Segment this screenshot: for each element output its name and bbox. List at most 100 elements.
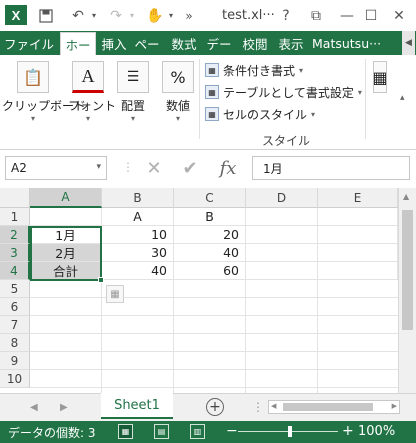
redo-dropdown-icon[interactable]: ▾	[126, 0, 138, 31]
cell-a1[interactable]	[30, 208, 102, 226]
row-header-5[interactable]: 5	[0, 280, 30, 298]
undo-dropdown-icon[interactable]: ▾	[88, 0, 100, 31]
row-header-1[interactable]: 1	[0, 208, 30, 226]
tab-data[interactable]: デー	[203, 31, 235, 55]
empty-row[interactable]	[30, 280, 398, 298]
cell-a4[interactable]: 合計	[30, 262, 102, 280]
save-icon[interactable]	[36, 0, 56, 31]
sheet-tab-sheet1[interactable]: Sheet1	[101, 393, 173, 419]
minimize-button[interactable]: —	[336, 0, 358, 31]
conditional-formatting-button[interactable]: ▦ 条件付き書式 ▾	[205, 60, 303, 80]
tab-page-layout[interactable]: ペー	[131, 31, 163, 55]
row-header-10[interactable]: 10	[0, 370, 30, 388]
redo-icon[interactable]: ↷	[106, 0, 126, 31]
insert-function-button[interactable]: fx	[212, 156, 244, 180]
cell-a2[interactable]: 1月	[30, 226, 102, 244]
add-sheet-icon[interactable]: +	[206, 398, 224, 416]
cell-c3[interactable]: 40	[174, 244, 246, 262]
formula-input[interactable]: 1月	[252, 156, 410, 180]
zoom-level[interactable]: 100%	[358, 424, 395, 439]
horizontal-scrollbar[interactable]: ◀ ▶	[268, 400, 400, 414]
empty-row[interactable]	[30, 316, 398, 334]
worksheet-grid[interactable]: A B C D E 1 2 3 4 5 6 7 8 9 10 A B 1月 10…	[0, 188, 416, 393]
cell-d3[interactable]	[246, 244, 318, 262]
cell-c1[interactable]: B	[174, 208, 246, 226]
tab-review[interactable]: 校閲	[238, 31, 272, 55]
column-header-b[interactable]: B	[102, 188, 174, 208]
column-header-a[interactable]: A	[30, 188, 102, 208]
collapse-ribbon-icon[interactable]: ▴	[400, 93, 405, 103]
close-button[interactable]: ✕	[388, 0, 410, 31]
number-group[interactable]: % 数値 ▾	[160, 61, 196, 123]
column-header-d[interactable]: D	[246, 188, 318, 208]
tab-formulas[interactable]: 数式	[166, 31, 202, 55]
cell-b4[interactable]: 40	[102, 262, 174, 280]
name-box-dropdown-icon[interactable]: ▾	[96, 162, 101, 172]
sheet-next-icon[interactable]: ▶	[60, 402, 68, 413]
row-header-9[interactable]: 9	[0, 352, 30, 370]
cell-e1[interactable]	[318, 208, 398, 226]
scroll-right-icon[interactable]: ▶	[392, 402, 397, 410]
cell-d1[interactable]	[246, 208, 318, 226]
clipboard-group[interactable]: 📋 クリップボード ▾	[2, 61, 86, 123]
enter-formula-button[interactable]: ✔	[174, 156, 206, 180]
font-group[interactable]: A フォント ▾	[68, 61, 116, 123]
column-header-c[interactable]: C	[174, 188, 246, 208]
touch-dropdown-icon[interactable]: ▾	[165, 0, 177, 31]
cell-a3[interactable]: 2月	[30, 244, 102, 262]
empty-row[interactable]	[30, 334, 398, 352]
scroll-up-icon[interactable]: ▲	[403, 192, 409, 201]
cells-group-partial[interactable]: ▦	[370, 61, 390, 97]
zoom-out-icon[interactable]: −	[226, 423, 238, 439]
tab-split-icon[interactable]: ⋮	[252, 400, 264, 414]
help-button[interactable]: ?	[276, 0, 296, 31]
select-all-corner[interactable]	[0, 188, 30, 208]
row-header-2[interactable]: 2	[0, 226, 30, 244]
cell-d4[interactable]	[246, 262, 318, 280]
cell-c2[interactable]: 20	[174, 226, 246, 244]
cell-b2[interactable]: 10	[102, 226, 174, 244]
undo-icon[interactable]: ↶	[68, 0, 88, 31]
page-break-view-icon[interactable]: ▥	[190, 424, 205, 439]
tab-scroll-right-icon[interactable]: ◀	[402, 31, 415, 55]
zoom-slider-thumb[interactable]	[288, 426, 292, 437]
tab-view[interactable]: 表示	[274, 31, 308, 55]
horizontal-scroll-thumb[interactable]	[283, 403, 373, 411]
page-layout-view-icon[interactable]: ▤	[154, 424, 169, 439]
cell-d2[interactable]	[246, 226, 318, 244]
tab-account[interactable]: Matsutsu···	[312, 31, 396, 55]
cell-b3[interactable]: 30	[102, 244, 174, 262]
alignment-group[interactable]: ☰ 配置 ▾	[115, 61, 151, 123]
zoom-in-icon[interactable]: +	[342, 423, 354, 439]
tab-insert[interactable]: 挿入	[98, 31, 130, 55]
empty-row[interactable]	[30, 298, 398, 316]
cancel-formula-button[interactable]: ✕	[138, 156, 170, 180]
vertical-scroll-thumb[interactable]	[402, 210, 413, 330]
scroll-left-icon[interactable]: ◀	[271, 402, 276, 410]
name-box[interactable]: A2 ▾	[5, 156, 107, 180]
fill-handle[interactable]	[98, 277, 104, 283]
tab-home[interactable]: ホー	[60, 32, 96, 55]
normal-view-icon[interactable]: ▦	[118, 424, 133, 439]
format-as-table-button[interactable]: ▦ テーブルとして書式設定 ▾	[205, 82, 362, 102]
tab-file[interactable]: ファイル	[0, 31, 58, 55]
empty-row[interactable]	[30, 352, 398, 370]
cell-e4[interactable]	[318, 262, 398, 280]
cell-b1[interactable]: A	[102, 208, 174, 226]
cell-e2[interactable]	[318, 226, 398, 244]
vertical-scrollbar[interactable]: ▲	[398, 188, 416, 393]
cell-e3[interactable]	[318, 244, 398, 262]
quick-analysis-icon[interactable]: ▦	[106, 285, 124, 303]
cell-c4[interactable]: 60	[174, 262, 246, 280]
column-header-e[interactable]: E	[318, 188, 398, 208]
sheet-prev-icon[interactable]: ◀	[30, 402, 38, 413]
row-header-4[interactable]: 4	[0, 262, 30, 280]
maximize-button[interactable]: ☐	[360, 0, 382, 31]
row-header-8[interactable]: 8	[0, 334, 30, 352]
ribbon-display-icon[interactable]: ⧉	[306, 0, 326, 31]
empty-row[interactable]	[30, 370, 398, 388]
row-header-6[interactable]: 6	[0, 298, 30, 316]
row-header-3[interactable]: 3	[0, 244, 30, 262]
cell-styles-button[interactable]: ▦ セルのスタイル ▾	[205, 104, 315, 124]
touch-mode-icon[interactable]: ✋	[145, 0, 165, 31]
